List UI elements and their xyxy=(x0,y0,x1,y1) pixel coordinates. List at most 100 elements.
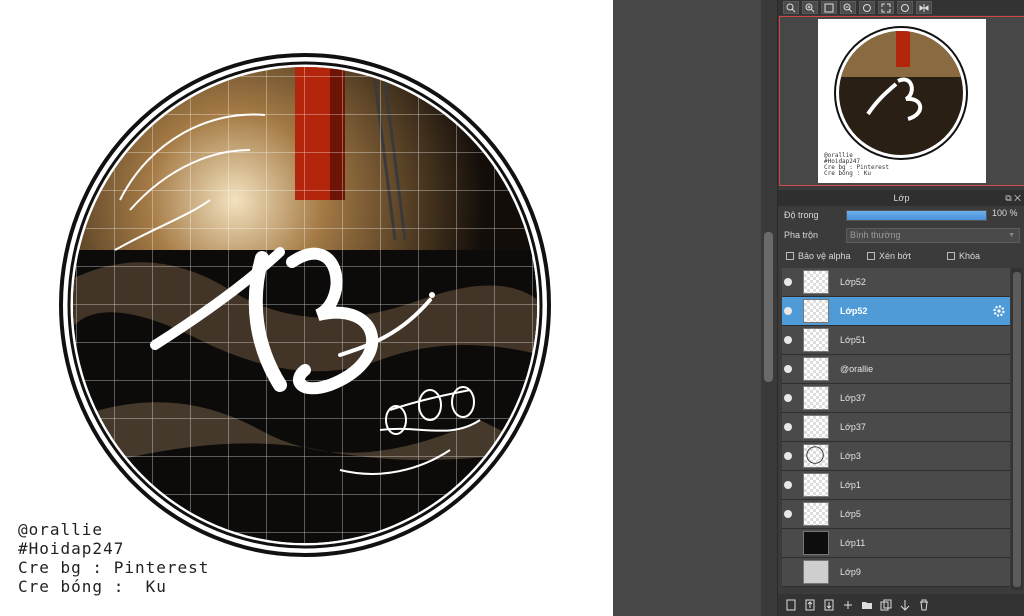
trash-icon[interactable] xyxy=(917,598,931,612)
layer-select-strip xyxy=(796,500,800,528)
scrollbar-thumb[interactable] xyxy=(1013,272,1021,587)
layer-name: Lớp37 xyxy=(840,393,866,403)
blend-mode-select[interactable]: Bình thường ▼ xyxy=(846,228,1020,243)
visibility-eye-icon[interactable] xyxy=(784,365,792,373)
fit-icon[interactable] xyxy=(821,1,837,14)
layer-thumbnail xyxy=(803,270,829,294)
layer-select-strip xyxy=(796,442,800,470)
new-layer-icon[interactable] xyxy=(784,598,798,612)
blend-label: Pha trộn xyxy=(784,230,819,240)
zoom-in-icon[interactable] xyxy=(802,1,818,14)
layer-select-strip xyxy=(796,297,800,325)
navigator-toolbar xyxy=(778,0,1024,15)
panel-close-icon[interactable]: ⧉ ✕ xyxy=(1005,190,1021,206)
canvas-vertical-scrollbar[interactable] xyxy=(761,0,777,616)
layer-name: Lớp9 xyxy=(840,567,861,577)
layer-row[interactable]: @orallie xyxy=(782,355,1010,384)
layer-select-strip xyxy=(796,558,800,586)
layer-thumbnail xyxy=(803,531,829,555)
scrollbar-thumb[interactable] xyxy=(764,232,773,382)
layer-thumbnail xyxy=(803,357,829,381)
layer-select-strip xyxy=(796,529,800,557)
visibility-eye-icon[interactable] xyxy=(784,568,792,576)
protect-alpha-checkbox[interactable]: Bảo vệ alpha xyxy=(786,251,851,261)
layer-row[interactable]: Lớp52 xyxy=(782,268,1010,297)
flip-icon[interactable] xyxy=(916,1,932,14)
layer-name: Lớp1 xyxy=(840,480,861,490)
opacity-label: Độ trong xyxy=(784,210,819,220)
layer-panel-title: Lớp xyxy=(893,193,910,203)
credit-line-hashtag: #Hoidap247 xyxy=(18,539,125,558)
layer-toolbar xyxy=(778,594,1024,616)
clipping-checkbox[interactable]: Xén bớt xyxy=(867,251,911,261)
nav-credit-4: Cre bóng : Ku xyxy=(824,170,871,177)
layer-row[interactable]: Lớp9 xyxy=(782,558,1010,587)
protect-alpha-label: Bảo vệ alpha xyxy=(798,251,851,261)
layer-panel-header: Lớp ⧉ ✕ xyxy=(778,190,1024,206)
layer-row[interactable]: Lớp3 xyxy=(782,442,1010,471)
layer-name: Lớp3 xyxy=(840,451,861,461)
credit-line-shadow: Cre bóng : Ku xyxy=(18,577,167,596)
lock-checkbox[interactable]: Khóa xyxy=(947,251,980,261)
drawing-canvas[interactable]: @orallie #Hoidap247 Cre bg : Pinterest C… xyxy=(0,0,613,616)
layer-select-strip xyxy=(796,413,800,441)
layer-row[interactable]: Lớp5 xyxy=(782,500,1010,529)
layer-select-strip xyxy=(796,326,800,354)
layer-row[interactable]: Lớp37 xyxy=(782,413,1010,442)
rotate-right-icon[interactable] xyxy=(897,1,913,14)
navigator-panel[interactable]: @orallie #Hoidap247 Cre bg : Pinterest C… xyxy=(779,16,1024,186)
opacity-slider-fill xyxy=(847,211,986,220)
layer-row[interactable]: Lớp51 xyxy=(782,326,1010,355)
layer-thumbnail xyxy=(803,560,829,584)
layer-name: Lớp37 xyxy=(840,422,866,432)
folder-icon[interactable] xyxy=(860,598,874,612)
layer-thumbnail xyxy=(803,415,829,439)
layer-row[interactable]: Lớp11 xyxy=(782,529,1010,558)
layer-row[interactable]: Lớp1 xyxy=(782,471,1010,500)
visibility-eye-icon[interactable] xyxy=(784,278,792,286)
new-layer-up-icon[interactable] xyxy=(803,598,817,612)
layer-thumbnail xyxy=(803,473,829,497)
layer-list-scrollbar[interactable] xyxy=(1011,268,1023,590)
chevron-down-icon: ▼ xyxy=(1008,232,1015,239)
zoom-out-icon[interactable] xyxy=(840,1,856,14)
layer-select-strip xyxy=(796,268,800,296)
layer-name: Lớp11 xyxy=(840,538,866,548)
credit-line-handle: @orallie xyxy=(18,520,104,539)
app-window: @orallie #Hoidap247 Cre bg : Pinterest C… xyxy=(0,0,1024,616)
merge-layer-icon[interactable] xyxy=(898,598,912,612)
visibility-eye-icon[interactable] xyxy=(784,510,792,518)
layer-select-strip xyxy=(796,471,800,499)
canvas-gutter xyxy=(613,0,761,616)
visibility-eye-icon[interactable] xyxy=(784,452,792,460)
visibility-eye-icon[interactable] xyxy=(784,394,792,402)
layer-name: Lớp52 xyxy=(840,277,866,287)
visibility-eye-icon[interactable] xyxy=(784,539,792,547)
layer-select-strip xyxy=(796,355,800,383)
rotate-left-icon[interactable] xyxy=(859,1,875,14)
add-layer-menu-icon[interactable] xyxy=(841,598,855,612)
duplicate-layer-icon[interactable] xyxy=(879,598,893,612)
visibility-eye-icon[interactable] xyxy=(784,423,792,431)
layer-list[interactable]: Lớp52 Lớp52 Lớp51 @orallie Lớp37 Lớp37 Lớp3 Lớp… xyxy=(782,268,1010,590)
gear-icon[interactable] xyxy=(992,304,1006,318)
opacity-value: 100 % xyxy=(992,208,1018,218)
layer-row[interactable]: Lớp37 xyxy=(782,384,1010,413)
lock-label: Khóa xyxy=(959,251,981,261)
visibility-eye-icon[interactable] xyxy=(784,336,792,344)
blend-mode-value: Bình thường xyxy=(850,230,901,240)
layer-name: Lớp52 xyxy=(840,306,868,316)
checkbox-box xyxy=(867,252,875,260)
fullscreen-icon[interactable] xyxy=(878,1,894,14)
layer-thumbnail xyxy=(803,502,829,526)
layer-name: @orallie xyxy=(840,364,874,374)
visibility-eye-icon[interactable] xyxy=(784,307,792,315)
new-layer-down-icon[interactable] xyxy=(822,598,836,612)
clipping-label: Xén bớt xyxy=(879,251,911,261)
layer-row[interactable]: Lớp52 xyxy=(782,297,1010,326)
layer-name: Lớp51 xyxy=(840,335,866,345)
opacity-slider[interactable] xyxy=(846,210,987,221)
layer-thumbnail xyxy=(803,299,829,323)
visibility-eye-icon[interactable] xyxy=(784,481,792,489)
zoom-in-icon[interactable] xyxy=(783,1,799,14)
